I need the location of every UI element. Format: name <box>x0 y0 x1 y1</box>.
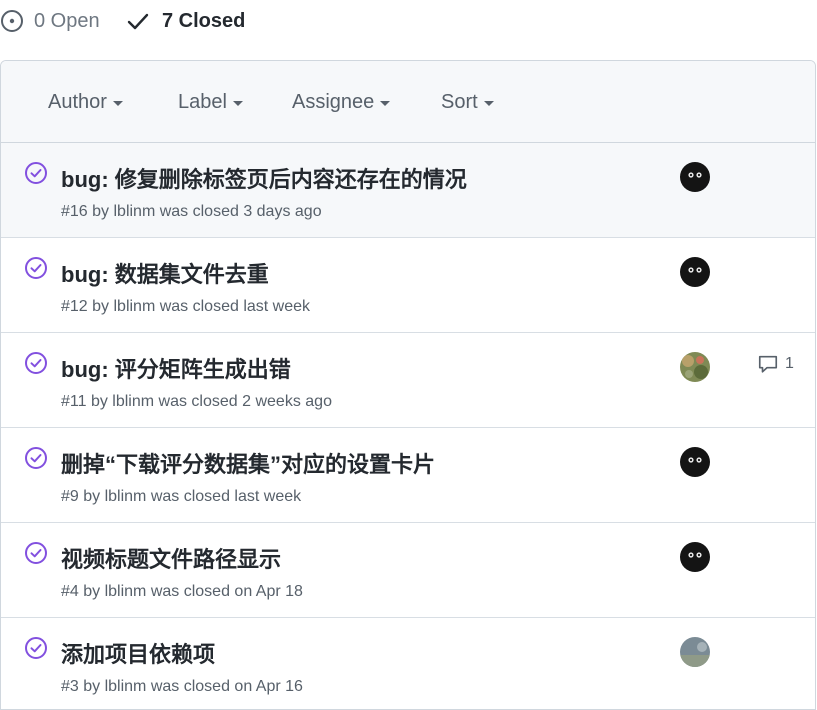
comment-icon <box>758 355 778 373</box>
caret-down-icon <box>232 101 243 106</box>
comments-link[interactable]: 1 <box>757 353 794 375</box>
closed-issues-tab[interactable]: 7 Closed <box>126 9 245 33</box>
issue-state-tabs: 0 Open 7 Closed <box>0 0 817 44</box>
issue-title-link[interactable]: bug: 数据集文件去重 <box>61 257 269 289</box>
issue-meta: #12 by lblinm was closed last week <box>61 298 311 315</box>
caret-down-icon <box>380 101 391 106</box>
issue-title-link[interactable]: 视频标题文件路径显示 <box>61 542 281 574</box>
author-filter[interactable]: Author <box>48 91 123 114</box>
issue-row[interactable]: bug: 修复删除标签页后内容还存在的情况 #16 by lblinm was … <box>1 143 815 238</box>
issue-meta: #3 by lblinm was closed on Apr 16 <box>61 678 303 695</box>
issue-meta: #9 by lblinm was closed last week <box>61 488 302 505</box>
issues-filter-bar: Author Label Assignee Sort <box>1 61 815 143</box>
assignee-filter-label: Assignee <box>292 91 375 113</box>
issue-closed-icon <box>24 256 48 280</box>
open-issues-label: 0 Open <box>34 9 100 32</box>
assignee-filter[interactable]: Assignee <box>292 91 391 114</box>
issue-closed-icon <box>24 161 48 185</box>
assignee-avatar[interactable] <box>680 257 710 287</box>
issue-meta: #16 by lblinm was closed 3 days ago <box>61 203 322 220</box>
check-icon <box>126 9 150 33</box>
assignee-avatar[interactable] <box>680 447 710 477</box>
label-filter[interactable]: Label <box>178 91 243 114</box>
label-filter-label: Label <box>178 91 227 113</box>
issue-row[interactable]: 删掉“下载评分数据集”对应的设置卡片 #9 by lblinm was clos… <box>1 428 815 523</box>
issue-meta: #4 by lblinm was closed on Apr 18 <box>61 583 303 600</box>
issue-closed-icon <box>24 636 48 660</box>
sort-filter[interactable]: Sort <box>441 91 494 114</box>
issue-meta: #11 by lblinm was closed 2 weeks ago <box>61 393 332 410</box>
issue-row[interactable]: 视频标题文件路径显示 #4 by lblinm was closed on Ap… <box>1 523 815 618</box>
issue-row[interactable]: 添加项目依赖项 #3 by lblinm was closed on Apr 1… <box>1 618 815 709</box>
issue-closed-icon <box>24 446 48 470</box>
issue-title-link[interactable]: bug: 修复删除标签页后内容还存在的情况 <box>61 162 467 194</box>
author-filter-label: Author <box>48 91 107 113</box>
sort-filter-label: Sort <box>441 91 478 113</box>
issue-row[interactable]: bug: 数据集文件去重 #12 by lblinm was closed la… <box>1 238 815 333</box>
issue-title-link[interactable]: 删掉“下载评分数据集”对应的设置卡片 <box>61 447 435 479</box>
caret-down-icon <box>483 101 494 106</box>
caret-down-icon <box>112 101 123 106</box>
assignee-avatar[interactable] <box>680 542 710 572</box>
issue-title-link[interactable]: bug: 评分矩阵生成出错 <box>61 352 291 384</box>
issue-closed-icon <box>24 541 48 565</box>
open-issues-tab[interactable]: 0 Open <box>0 9 100 33</box>
assignee-avatar[interactable] <box>680 352 710 382</box>
assignee-avatar[interactable] <box>680 162 710 192</box>
assignee-avatar[interactable] <box>680 637 710 667</box>
comment-count: 1 <box>785 355 794 372</box>
issue-open-icon <box>0 9 24 33</box>
issue-row[interactable]: bug: 评分矩阵生成出错 #11 by lblinm was closed 2… <box>1 333 815 428</box>
issue-closed-icon <box>24 351 48 375</box>
issues-list-box: Author Label Assignee Sort bug: 修复删除标签页后… <box>0 60 816 710</box>
closed-issues-label: 7 Closed <box>162 9 246 32</box>
issue-title-link[interactable]: 添加项目依赖项 <box>61 637 215 669</box>
